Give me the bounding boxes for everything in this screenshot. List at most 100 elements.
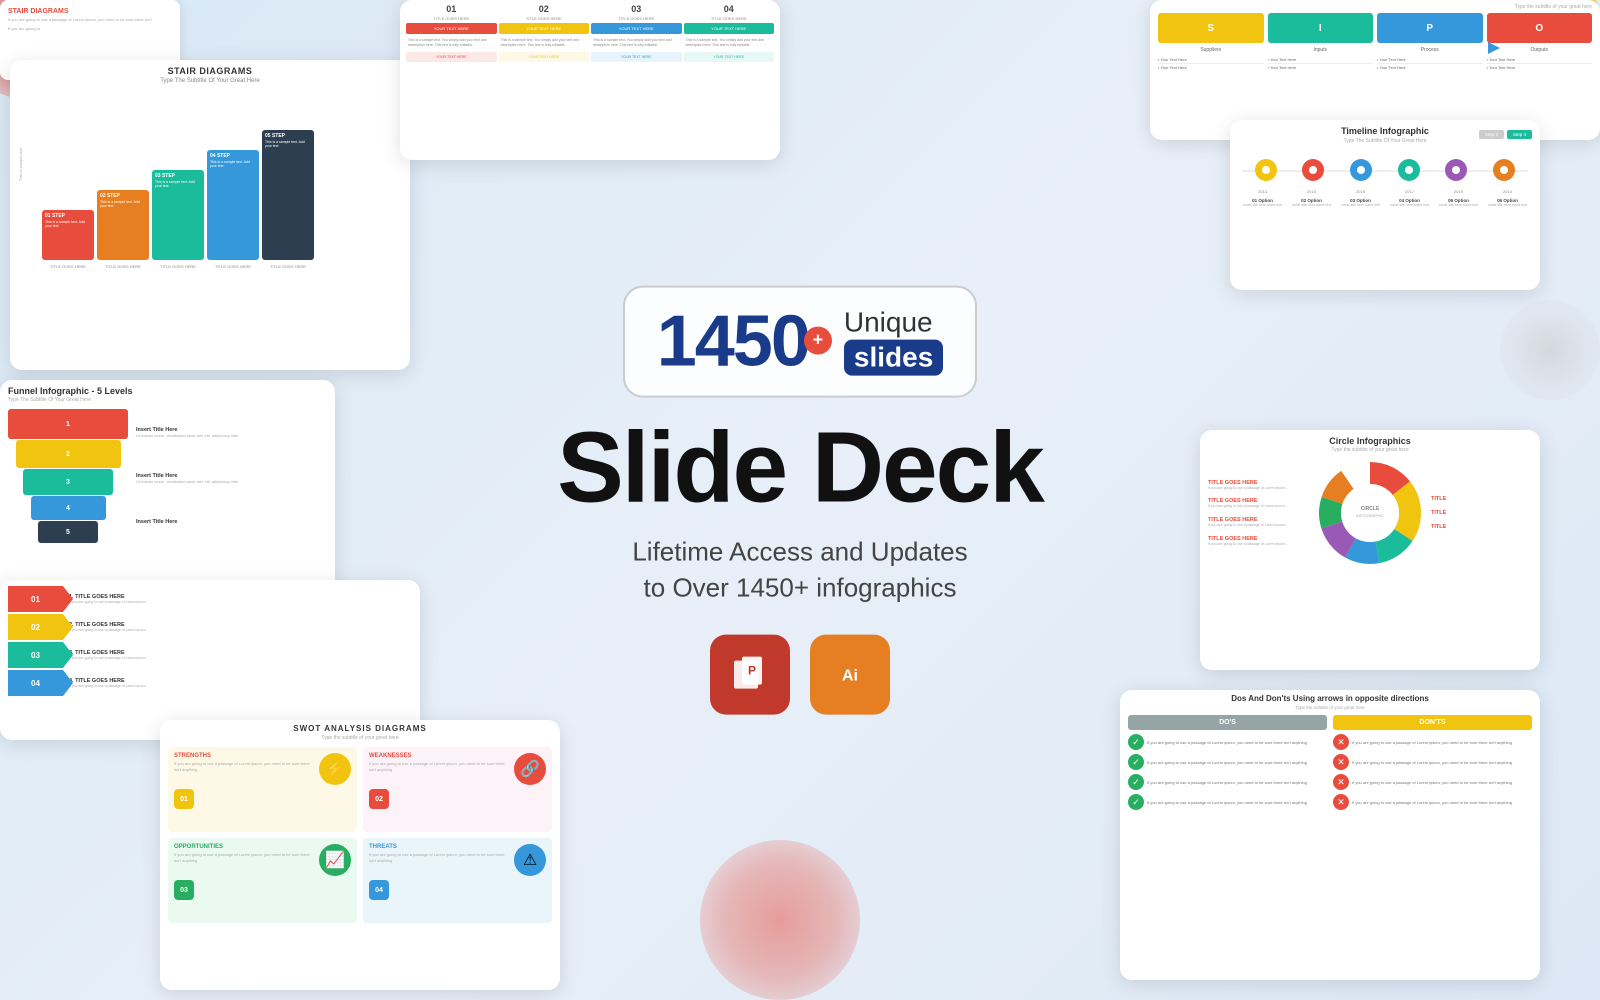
table-num-3: 03 <box>591 4 682 14</box>
table-title-1: TITLE GOES HERE <box>406 16 497 21</box>
dos-row-3: ✓ If you are going to use a passage of L… <box>1128 774 1327 790</box>
swot-cell-weaknesses: WEAKNESSES If you are going to use a pas… <box>363 747 552 832</box>
arrow-num-1: 01 <box>8 586 63 612</box>
table-title-2: TITLE GOES HERE <box>499 16 590 21</box>
illustrator-icon: Ai <box>810 634 890 714</box>
table-num-2: 02 <box>499 4 590 14</box>
sipo-item-1b: • Your Text Here <box>1158 64 1264 71</box>
swot-cell-threats: THREATS If you are going to use a passag… <box>363 838 552 923</box>
arrow-label-1: 1. TITLE GOES HERE If you are going to u… <box>69 594 412 604</box>
tl-year-4: 2017 <box>1405 189 1414 194</box>
table-bot-1: YOUR TEXT HERE <box>406 52 497 62</box>
donts-row-1: ✕ If you are going to use a passage of L… <box>1333 734 1532 750</box>
dos-row-2: ✓ If you are going to use a passage of L… <box>1128 754 1327 770</box>
powerpoint-icon: P <box>710 634 790 714</box>
subtitle: Lifetime Access and Updates to Over 1450… <box>550 534 1050 607</box>
dos-row-1: ✓ If you are going to use a passage of L… <box>1128 734 1327 750</box>
swot-subtitle: Type the subtitle of your great here <box>168 735 552 741</box>
stair-title: STAIR DIAGRAMS <box>10 60 410 78</box>
table-text-2: This is a sample text. You simply add yo… <box>499 36 590 50</box>
app-icons-container: P Ai <box>550 634 1050 714</box>
thumb-funnel: Funnel Infographic - 5 Levels Type The S… <box>0 380 335 610</box>
svg-text:INFOGRAPHIC: INFOGRAPHIC <box>1356 513 1384 518</box>
table-title-3: TITLE GOES HERE <box>591 16 682 21</box>
table-bot-3: YOUR TEXT HERE <box>591 52 682 62</box>
table-num-1: 01 <box>406 4 497 14</box>
svg-text:CIRCLE: CIRCLE <box>1361 506 1380 512</box>
stair-step-2: 02 STEP This is a sample text. Add your … <box>97 190 149 260</box>
thumb-stair: STAIR DIAGRAMS Type The Subtitle Of Your… <box>10 60 410 370</box>
stair-footer-1: TITLE GOES HERE <box>42 264 94 269</box>
timeline-dot-6 <box>1493 159 1515 181</box>
dos-header: DO'S <box>1128 715 1327 730</box>
circle-subtitle: Type the subtitle of your great here <box>1208 447 1532 453</box>
sipo-item-2b: • Your Text Here <box>1268 64 1374 71</box>
swot-cell-strengths: STRENGTHS If you are going to use a pass… <box>168 747 357 832</box>
dos-row-4: ✓ If you are going to use a passage of L… <box>1128 794 1327 810</box>
table-hdr-4: YOUR TEXT HERE <box>684 23 775 34</box>
sipo-item-4a: • Your Text Here <box>1487 56 1593 64</box>
sipo-label-s: Suppliers <box>1158 47 1264 53</box>
svg-text:Ai: Ai <box>842 667 858 684</box>
stair-step-3: 03 STEP This is a sample text. Add your … <box>152 170 204 260</box>
circle-chart: CIRCLE INFOGRAPHIC <box>1315 458 1425 568</box>
table-hdr-3: YOUR TEXT HERE <box>591 23 682 34</box>
donts-row-4: ✕ If you are going to use a passage of L… <box>1333 794 1532 810</box>
arrow-num-2: 02 <box>8 614 63 640</box>
thumb-arrows: 01 1. TITLE GOES HERE If you are going t… <box>0 580 420 740</box>
arrow-label-2: 2. TITLE GOES HERE If you are going to u… <box>69 622 412 632</box>
sipo-box-o: O <box>1487 13 1593 43</box>
timeline-dot-2 <box>1302 159 1324 181</box>
table-num-4: 04 <box>684 4 775 14</box>
arrow-num-3: 03 <box>8 642 63 668</box>
thumb-swot: SWOT ANALYSIS DIAGRAMS Type the subtitle… <box>160 720 560 990</box>
tl-opt-1: 01 Option some site here some text <box>1240 198 1285 208</box>
sipo-item-3a: • Your Text Here <box>1377 56 1483 64</box>
sipo-label-o: Outputs <box>1487 47 1593 53</box>
timeline-step-3: Step 3 <box>1479 130 1504 139</box>
weakness-text: If you are going to use a passage of Lor… <box>8 17 172 23</box>
funnel-shape: 1 2 3 4 5 <box>8 409 128 543</box>
sipo-item-3b: • Your Text Here <box>1377 64 1483 71</box>
stair-footer-3: TITLE GOES HERE <box>152 264 204 269</box>
table-hdr-1: YOUR TEXT HERE <box>406 23 497 34</box>
sipo-box-i: I <box>1268 13 1374 43</box>
arrow-label-4: 4. TITLE GOES HERE If you are going to u… <box>69 678 412 688</box>
tl-opt-6: 06 Option some site here some text <box>1485 198 1530 208</box>
table-text-3: This is a sample text. You simply add yo… <box>591 36 682 50</box>
stair-footer-2: TITLE GOES HERE <box>97 264 149 269</box>
unique-label: Unique <box>844 307 943 338</box>
tl-opt-2: 02 Option some site here some text <box>1289 198 1334 208</box>
swot-title: SWOT ANALYSIS DIAGRAMS <box>168 724 552 733</box>
unique-slides-badge: 1450 + Unique slides <box>623 286 978 398</box>
table-hdr-2: YOUR TEXT HERE <box>499 23 590 34</box>
tl-year-5: 2019 <box>1454 189 1463 194</box>
table-text-1: This is a sample text. You simply add yo… <box>406 36 497 50</box>
donts-row-2: ✕ If you are going to use a passage of L… <box>1333 754 1532 770</box>
tl-opt-4: 04 Option some site here some text <box>1387 198 1432 208</box>
timeline-dot-3 <box>1350 159 1372 181</box>
arrows-list: 01 1. TITLE GOES HERE If you are going t… <box>8 586 412 696</box>
table-bot-4: YOUR TEXT HERE <box>684 52 775 62</box>
sipo-item-4b: • Your Text Here <box>1487 64 1593 71</box>
donts-header: DON'TS <box>1333 715 1532 730</box>
main-title: Slide Deck <box>550 418 1050 518</box>
arrow-label-3: 3. TITLE GOES HERE If you are going to u… <box>69 650 412 660</box>
table-text-4: This is a sample text. You simply add yo… <box>684 36 775 50</box>
sipo-box-s: S <box>1158 13 1264 43</box>
slide-count: 1450 <box>657 306 809 378</box>
circle-title: Circle Infographics <box>1208 436 1532 446</box>
donts-row-3: ✕ If you are going to use a passage of L… <box>1333 774 1532 790</box>
slides-label: slides <box>844 340 943 376</box>
table-title-4: TITLE GOES HERE <box>684 16 775 21</box>
tl-year-6: 2014 <box>1503 189 1512 194</box>
dos-title: Dos And Don'ts Using arrows in opposite … <box>1128 694 1532 703</box>
stair-step-5: 05 STEP This is a sample text. Add your … <box>262 130 314 260</box>
timeline-dot-4 <box>1398 159 1420 181</box>
plus-icon: + <box>804 326 832 354</box>
subtitle-line1: Lifetime Access and Updates <box>632 537 967 567</box>
circle-labels-right: TITLE TITLE TITLE <box>1431 496 1532 530</box>
center-panel: 1450 + Unique slides Slide Deck Lifetime… <box>550 286 1050 715</box>
subtitle-line2: to Over 1450+ infographics <box>644 573 957 603</box>
swot-cell-opportunities: OPPORTUNITIES If you are going to use a … <box>168 838 357 923</box>
